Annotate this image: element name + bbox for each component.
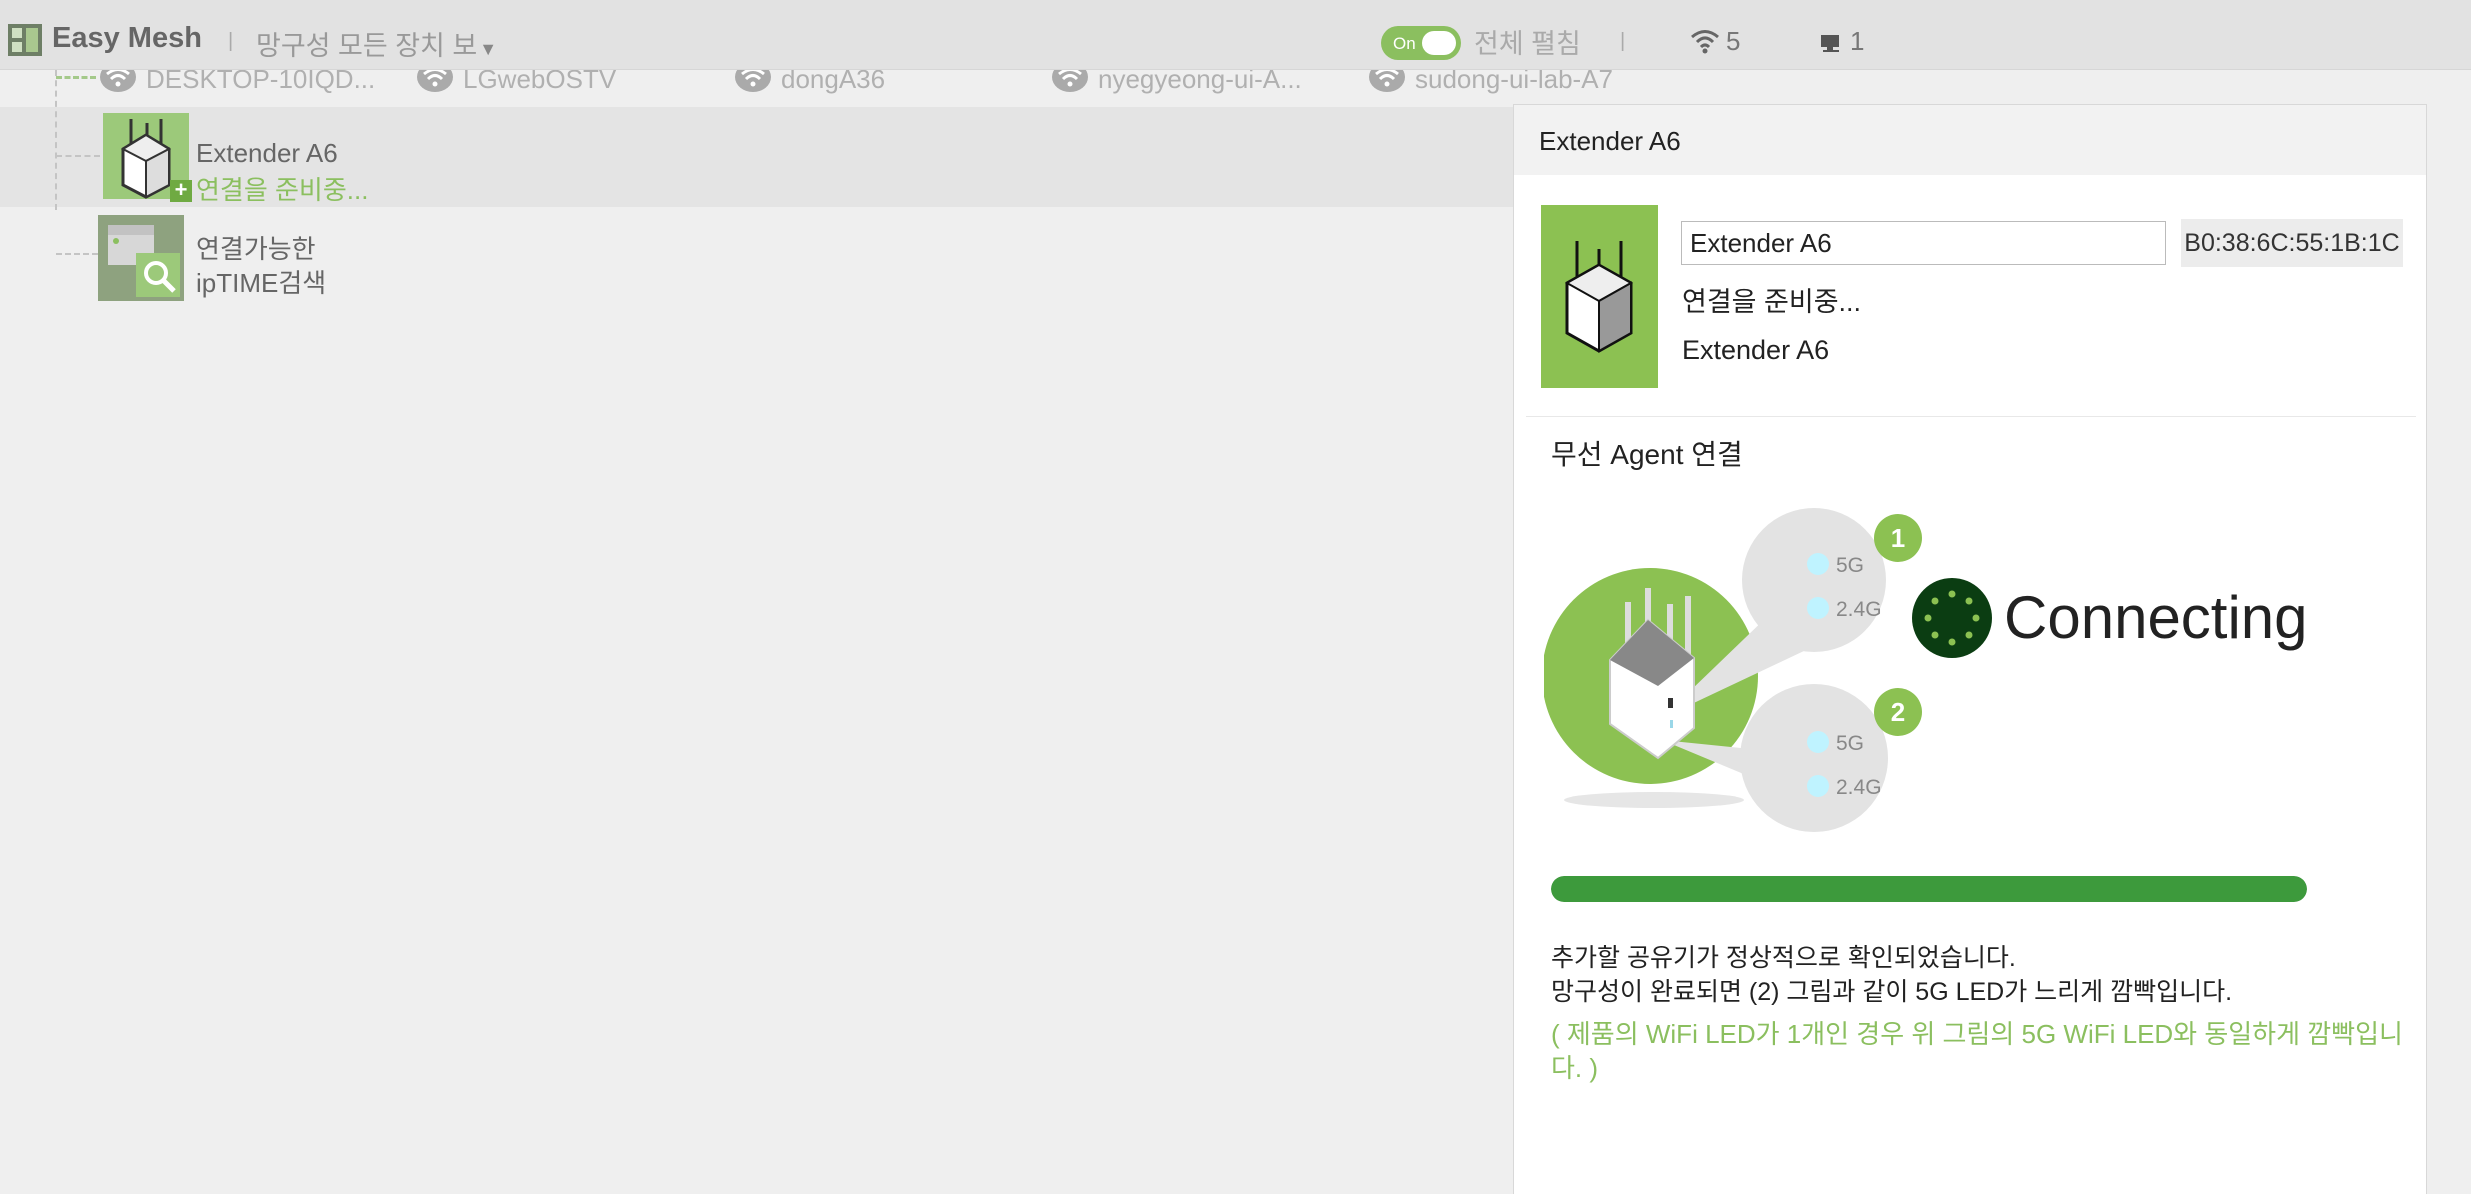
search-ap-label[interactable]: 연결가능한 ipTIME검색 — [196, 232, 326, 300]
top-bar: Easy Mesh | 망구성 모든 장치 보 ▼ On 전체 펼침 | 5 1 — [0, 0, 2471, 70]
expand-all-toggle[interactable]: On — [1381, 26, 1461, 60]
band-24g-label: 2.4G — [1836, 776, 1882, 799]
connection-progress-bar — [1551, 876, 2307, 902]
step2-badge: 2 — [1891, 697, 1905, 727]
tree-connector — [56, 253, 98, 255]
wifi-count: 5 — [1726, 26, 1741, 56]
extender-node-status: 연결을 준비중... — [196, 175, 369, 205]
connecting-text: Connecting — [2004, 584, 2308, 651]
panel-title: Extender A6 — [1539, 126, 1681, 156]
view-select-dropdown[interactable]: 망구성 모든 장치 보 ▼ — [256, 24, 497, 63]
extender-device-icon — [1564, 241, 1634, 353]
tree-connector — [56, 155, 100, 157]
section-title: 무선 Agent 연결 — [1551, 439, 1743, 470]
wired-pc-icon — [1821, 35, 1839, 52]
app-title: Easy Mesh — [52, 22, 202, 54]
search-ap-line1: 연결가능한 — [196, 234, 316, 264]
tree-connector — [55, 70, 57, 210]
device-detail-panel: Extender A6 B0:38:6C:55:1B:1C 연결을 준비중...… — [1513, 104, 2427, 1194]
chevron-down-icon: ▼ — [479, 39, 498, 59]
status-message-line2: 망구성이 완료되면 (2) 그림과 같이 5G LED가 느리게 깜빡입니다. — [1551, 978, 2233, 1006]
view-select-label: 망구성 모든 장치 보 — [256, 31, 478, 61]
panel-header: Extender A6 — [1514, 105, 2426, 175]
wifi-icon — [1691, 30, 1719, 54]
step1-badge: 1 — [1891, 523, 1905, 553]
led-note: ( 제품의 WiFi LED가 1개인 경우 위 그림의 5G WiFi LED… — [1551, 1019, 2403, 1083]
band-5g-label: 5G — [1836, 554, 1864, 577]
extender-node-name[interactable]: Extender A6 — [196, 138, 338, 169]
device-thumbnail — [1541, 205, 1658, 388]
divider: | — [228, 30, 234, 52]
device-model: Extender A6 — [1682, 335, 1830, 365]
wifi-client-count[interactable]: 5 — [1690, 26, 1740, 57]
mac-address: B0:38:6C:55:1B:1C — [2181, 219, 2403, 267]
device-status: 연결을 준비중... — [1682, 287, 1862, 317]
add-plus-icon: + — [170, 179, 192, 202]
band-5g-label: 5G — [1836, 732, 1864, 755]
easy-mesh-logo-icon — [8, 24, 42, 56]
device-name-input[interactable] — [1681, 221, 2166, 265]
divider — [1526, 416, 2416, 417]
search-ap-icon — [108, 225, 180, 297]
expand-all-label: 전체 펼침 — [1474, 29, 1581, 59]
toggle-knob — [1422, 31, 1456, 55]
status-message-line1: 추가할 공유기가 정상적으로 확인되었습니다. — [1551, 944, 2016, 972]
wired-client-count[interactable]: 1 — [1818, 26, 1864, 57]
band-24g-label: 2.4G — [1836, 598, 1882, 621]
search-ap-line2: ipTIME검색 — [196, 268, 327, 298]
progress-fill — [1551, 876, 2307, 902]
search-ap-node[interactable] — [98, 215, 184, 301]
wireless-agent-illustration: 5G 2.4G 5G 2.4G 1 2 Connecting — [1544, 508, 2308, 832]
toggle-label: On — [1393, 34, 1416, 53]
divider: | — [1620, 30, 1626, 52]
wired-count: 1 — [1850, 26, 1865, 56]
